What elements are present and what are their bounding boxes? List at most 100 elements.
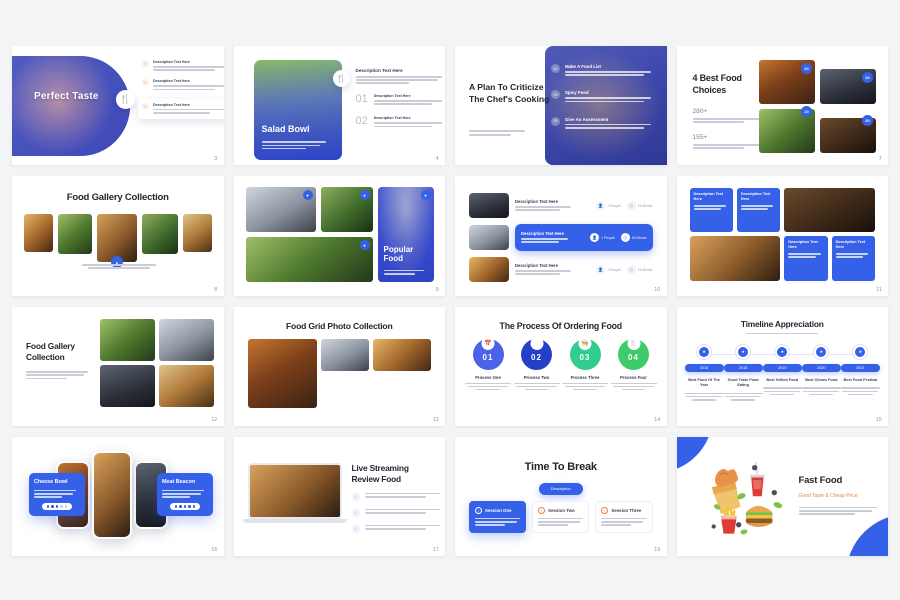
slide-phone-mockups[interactable]: Cheese Bowl Meat Beacon 16 (12, 436, 224, 556)
subtitle-lines (261, 141, 326, 151)
timeline-entry[interactable]: ★ 2016 Best Food Of The Year (684, 344, 724, 401)
chef-icon: 👨‍🍳 (578, 336, 592, 350)
bullet-item[interactable]: ✓ (351, 524, 440, 533)
photo-thumbnail[interactable]: ♥ (320, 187, 373, 233)
feature-card[interactable]: Meat Beacon (157, 472, 213, 517)
subtitle-lines (383, 269, 424, 276)
process-step[interactable]: 👨‍🍳 03 Process Three (562, 336, 608, 391)
info-box[interactable]: Description Text Here (736, 188, 781, 233)
stat-block: 280+ (692, 108, 761, 124)
timeline-entry[interactable]: ★ 2018 Good Taste Food Eating (723, 344, 763, 401)
info-box[interactable]: Description Text Here (689, 188, 733, 233)
bullet-item[interactable]: ✓ (351, 492, 440, 501)
timeline-entry[interactable]: ★ 2019 Best Grilled Food (762, 344, 802, 401)
list-item-highlighted[interactable]: ✓ Description Text Here (138, 98, 224, 120)
info-box[interactable]: Description Text Here (831, 236, 875, 281)
slide-perfect-taste[interactable]: Perfect Taste 🍴 ✓ Description Text Here … (12, 46, 224, 166)
numbered-item[interactable]: 01 Description Text Here (356, 93, 442, 106)
session-card-active[interactable]: ! Session One (469, 500, 527, 534)
row-heading: Description Text Here (521, 231, 564, 237)
table-row[interactable]: Description Text Here 👤 1 People ◷ 15 Mi… (469, 256, 653, 283)
process-step[interactable]: 🍴 04 Process Four (610, 336, 657, 391)
slide-salad-bowl[interactable]: Salad Bowl 🍴 Description Text Here 01 De… (233, 46, 445, 166)
info-box[interactable]: Description Text Here (784, 236, 828, 281)
step-number: 02 (531, 353, 542, 362)
slide-timeline-appreciation[interactable]: Timeline Appreciation ★ 2016 Best Food O… (676, 306, 888, 426)
session-card[interactable]: ! Session Three (595, 500, 653, 534)
list-item[interactable]: ✓ Description Text Here (142, 60, 224, 72)
photo-thumbnail[interactable] (99, 318, 155, 361)
slide-process-of-ordering-food[interactable]: The Process Of Ordering Food 📅 01 Proces… (455, 306, 667, 426)
timeline-dot-icon: ★ (736, 344, 751, 359)
photo-thumbnail[interactable] (689, 236, 781, 281)
fork-knife-icon: 🍴 (332, 70, 350, 87)
step-item[interactable]: 01 Make A Food List (551, 64, 655, 77)
photo-thumbnail[interactable] (142, 214, 178, 255)
list-item[interactable]: ✓ Description Text Here (142, 79, 224, 91)
photo-thumbnail[interactable]: 20 (759, 106, 815, 153)
session-card[interactable]: ! Session Two (532, 500, 590, 534)
info-circle-icon: ! (475, 506, 482, 514)
photo-thumbnail[interactable]: 20 (820, 115, 876, 153)
photo-thumbnail[interactable] (784, 188, 875, 233)
slide-food-gallery-collection[interactable]: Food Gallery Collection ▸ 8 (12, 176, 224, 296)
row-heading: Description Text Here (515, 199, 558, 205)
table-row[interactable]: Description Text Here 👤 1 People ◷ 15 Mi… (469, 192, 653, 219)
timeline-entry[interactable]: ★ 2021 Best Food Festival (840, 344, 880, 401)
laptop-screen[interactable] (247, 462, 342, 519)
feature-card[interactable]: Cheese Bowl (29, 472, 85, 517)
photo-thumbnail[interactable] (373, 338, 431, 372)
slide-popular-food[interactable]: ♥ ♥ ♥ Popular Food ♥ 9 (233, 176, 445, 296)
photo-thumbnail-tall[interactable] (247, 338, 318, 408)
photo-thumbnail[interactable] (24, 214, 53, 253)
row-thumbnail (469, 193, 509, 219)
bullet-item[interactable]: ✓ (351, 508, 440, 517)
slide-food-grid-photo-collection[interactable]: Food Grid Photo Collection Description T… (233, 306, 445, 426)
list-item-heading: Description Text Here (153, 60, 190, 64)
photo-thumbnail-wide[interactable]: ♥ (245, 237, 373, 283)
slide-title: Food Gallery Collection (26, 340, 75, 362)
description-button[interactable]: Description (538, 482, 583, 495)
slide-plan-to-criticize[interactable]: A Plan To Criticize The Chef's Cooking 0… (455, 46, 667, 166)
people-icon: 👤 (596, 201, 606, 211)
step-label: Process Three (570, 374, 600, 380)
tag-label: 1 People (607, 203, 621, 208)
clock-icon: ◷ (620, 233, 630, 243)
photo-thumbnail[interactable]: 20 (820, 69, 876, 104)
featured-card[interactable]: ♥ Popular Food (377, 187, 434, 283)
clock-icon: ◷ (626, 201, 636, 211)
slide-food-list-rows[interactable]: Description Text Here 👤 1 People ◷ 15 Mi… (455, 176, 667, 296)
slide-best-food-choices[interactable]: 4 Best Food Choices 280+ 155+ 20 20 20 2… (676, 46, 888, 166)
process-steps: 📅 01 Process One ◷ 02 Process Two 👨‍🍳 03 (465, 336, 657, 391)
photo-thumbnail[interactable]: ♥ (245, 187, 316, 233)
numbered-item[interactable]: 02 Description Text Here (356, 116, 442, 128)
step-item[interactable]: 03 Give An Assessment (551, 116, 655, 130)
step-number: 04 (628, 353, 639, 362)
timeline-entries: ★ 2016 Best Food Of The Year ★ 2018 Good… (684, 344, 881, 401)
slide-time-to-break[interactable]: Time To Break Description ! Session One … (455, 436, 667, 556)
people-icon: 👤 (590, 233, 600, 243)
process-step[interactable]: ◷ 02 Process Two (513, 336, 560, 391)
row-thumbnail (469, 257, 509, 283)
process-step[interactable]: 📅 01 Process One (465, 336, 511, 391)
fork-knife-icon: 🍴 (116, 90, 135, 109)
timeline-entry[interactable]: ★ 2020 Best Chines Food (801, 344, 841, 401)
time-tag: ◷ 15 Minute (620, 233, 647, 243)
timeline-year: 2018 (723, 363, 763, 373)
slide-fast-food[interactable]: Fast Food Good Taste & Cheap Price (676, 436, 888, 556)
photo-thumbnail[interactable]: 20 (759, 60, 815, 104)
phone-mockup-center[interactable] (92, 450, 132, 539)
slide-food-gallery-collection-2[interactable]: Food Gallery Collection 12 (12, 306, 224, 426)
slide-food-grid-boxes[interactable]: Description Text Here Description Text H… (676, 176, 888, 296)
photo-thumbnail[interactable] (57, 214, 93, 255)
slide-live-streaming-review[interactable]: Live Streaming Review Food ✓ ✓ ✓ 17 (233, 436, 445, 556)
photo-thumbnail[interactable] (321, 338, 370, 372)
table-row-active[interactable]: Description Text Here 👤 1 People ◷ 15 Mi… (469, 224, 653, 252)
step-item[interactable]: 02 Spicy Food (551, 90, 655, 103)
photo-thumbnail[interactable] (99, 364, 155, 407)
photo-thumbnail[interactable] (158, 364, 214, 407)
timeline-year: 2020 (801, 363, 841, 373)
photo-thumbnail[interactable] (158, 318, 214, 361)
photo-thumbnail[interactable] (182, 214, 212, 253)
photo-thumbnail-featured[interactable]: ▸ (97, 214, 138, 269)
